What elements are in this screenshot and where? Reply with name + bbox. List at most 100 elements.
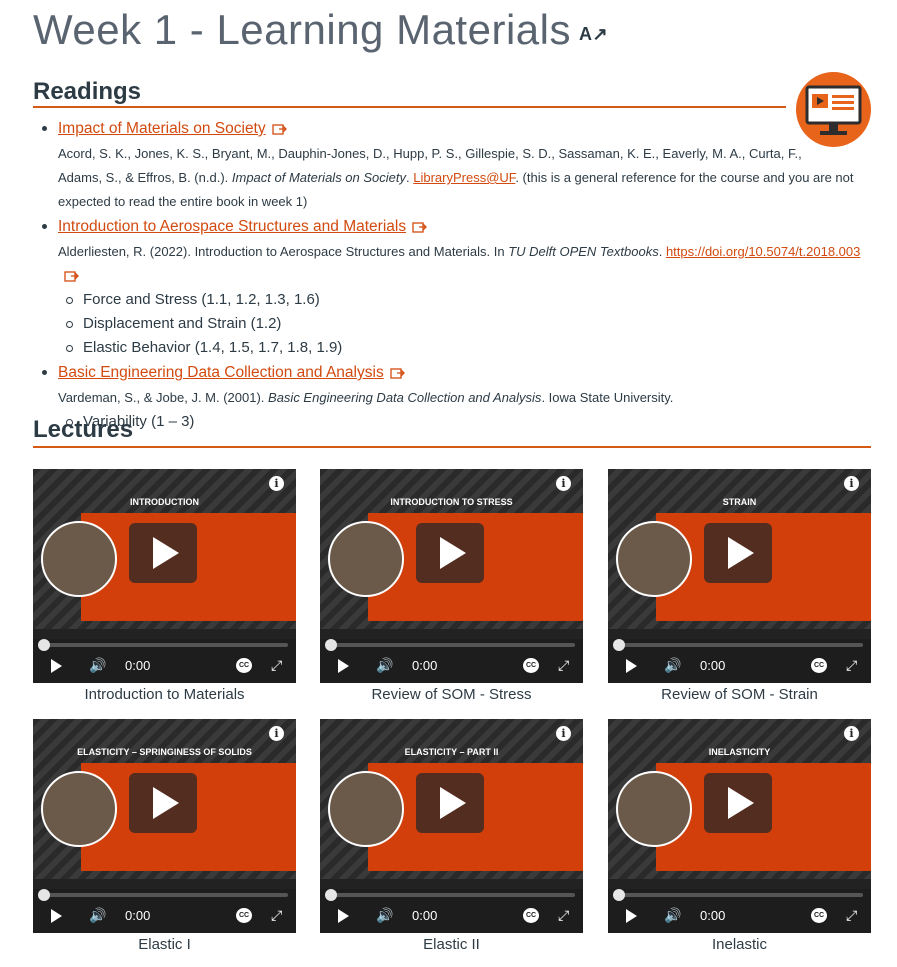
fullscreen-icon[interactable]: ⤢ bbox=[846, 657, 857, 674]
lectures-divider bbox=[33, 446, 871, 448]
play-overlay-icon[interactable] bbox=[704, 523, 772, 583]
video-player[interactable]: INTRODUCTION i 🔊 0:00 CC ⤢ bbox=[33, 469, 296, 683]
captions-icon[interactable]: CC bbox=[236, 908, 252, 923]
fullscreen-icon[interactable]: ⤢ bbox=[846, 907, 857, 924]
page-title-text: Week 1 - Learning Materials bbox=[33, 6, 571, 53]
slide-title: INELASTICITY bbox=[708, 747, 771, 757]
video-caption: Introduction to Materials bbox=[84, 686, 245, 703]
seek-handle[interactable] bbox=[325, 889, 337, 901]
reading-link-impact[interactable]: Impact of Materials on Society bbox=[58, 116, 266, 142]
video-controls: 🔊 0:00 CC ⤢ bbox=[608, 639, 871, 683]
play-icon[interactable] bbox=[626, 909, 637, 923]
video-controls: 🔊 0:00 CC ⤢ bbox=[33, 889, 296, 933]
video-controls: 🔊 0:00 CC ⤢ bbox=[320, 889, 583, 933]
play-icon[interactable] bbox=[51, 659, 62, 673]
info-icon[interactable]: i bbox=[269, 726, 284, 741]
slide-title: INTRODUCTION TO STRESS bbox=[390, 497, 513, 507]
fullscreen-icon[interactable]: ⤢ bbox=[558, 657, 569, 674]
reading-link-engineering-data[interactable]: Basic Engineering Data Collection and An… bbox=[58, 360, 384, 386]
video-player[interactable]: INTRODUCTION TO STRESS i 🔊 0:00 CC ⤢ bbox=[320, 469, 583, 683]
citation-title: Impact of Materials on Society bbox=[231, 170, 407, 185]
time-display: 0:00 bbox=[125, 908, 151, 923]
doi-link[interactable]: https://doi.org/10.5074/t.2018.003 bbox=[666, 244, 860, 259]
seek-handle[interactable] bbox=[38, 889, 50, 901]
video-player[interactable]: INELASTICITY i 🔊 0:00 CC ⤢ bbox=[608, 719, 871, 933]
info-icon[interactable]: i bbox=[844, 476, 859, 491]
library-press-link[interactable]: LibraryPress@UF bbox=[413, 170, 515, 185]
play-overlay-icon[interactable] bbox=[129, 773, 197, 833]
volume-icon[interactable]: 🔊 bbox=[376, 907, 393, 925]
play-overlay-icon[interactable] bbox=[129, 523, 197, 583]
slide-photo bbox=[41, 521, 117, 597]
video-caption: Review of SOM - Strain bbox=[661, 686, 818, 703]
seek-handle[interactable] bbox=[38, 639, 50, 651]
video-slide: INELASTICITY i bbox=[608, 719, 871, 879]
slide-photo bbox=[328, 521, 404, 597]
seek-bar[interactable] bbox=[613, 639, 863, 651]
volume-icon[interactable]: 🔊 bbox=[376, 657, 393, 675]
video-slide: STRAIN i bbox=[608, 469, 871, 629]
captions-icon[interactable]: CC bbox=[811, 908, 827, 923]
seek-bar[interactable] bbox=[325, 639, 575, 651]
video-slide: ELASTICITY – SPRINGINESS OF SOLIDS i bbox=[33, 719, 296, 879]
video-slide: INTRODUCTION i bbox=[33, 469, 296, 629]
seek-handle[interactable] bbox=[613, 889, 625, 901]
info-icon[interactable]: i bbox=[844, 726, 859, 741]
time-display: 0:00 bbox=[700, 908, 726, 923]
video-player[interactable]: STRAIN i 🔊 0:00 CC ⤢ bbox=[608, 469, 871, 683]
volume-icon[interactable]: 🔊 bbox=[664, 907, 681, 925]
slide-title: ELASTICITY – PART II bbox=[404, 747, 499, 757]
video-controls: 🔊 0:00 CC ⤢ bbox=[33, 639, 296, 683]
citation-text: . bbox=[658, 244, 666, 259]
seek-bar[interactable] bbox=[613, 889, 863, 901]
info-icon[interactable]: i bbox=[269, 476, 284, 491]
seek-bar[interactable] bbox=[325, 889, 575, 901]
slide-title: STRAIN bbox=[722, 497, 757, 507]
play-icon[interactable] bbox=[626, 659, 637, 673]
reading-citation: Acord, S. K., Jones, K. S., Bryant, M., … bbox=[58, 142, 878, 214]
play-icon[interactable] bbox=[338, 659, 349, 673]
readings-heading: Readings bbox=[33, 78, 142, 105]
video-player[interactable]: ELASTICITY – PART II i 🔊 0:00 CC ⤢ bbox=[320, 719, 583, 933]
reading-citation: Vardeman, S., & Jobe, J. M. (2001). Basi… bbox=[58, 386, 878, 410]
info-icon[interactable]: i bbox=[556, 726, 571, 741]
play-overlay-icon[interactable] bbox=[416, 523, 484, 583]
chapter-list: Force and Stress (1.1, 1.2, 1.3, 1.6) Di… bbox=[58, 288, 878, 360]
video-controls: 🔊 0:00 CC ⤢ bbox=[320, 639, 583, 683]
external-link-icon bbox=[412, 222, 427, 233]
volume-icon[interactable]: 🔊 bbox=[89, 907, 106, 925]
play-overlay-icon[interactable] bbox=[704, 773, 772, 833]
captions-icon[interactable]: CC bbox=[236, 658, 252, 673]
time-display: 0:00 bbox=[412, 658, 438, 673]
fullscreen-icon[interactable]: ⤢ bbox=[558, 907, 569, 924]
seek-bar[interactable] bbox=[38, 889, 288, 901]
seek-bar[interactable] bbox=[38, 639, 288, 651]
slide-photo bbox=[328, 771, 404, 847]
seek-handle[interactable] bbox=[613, 639, 625, 651]
info-icon[interactable]: i bbox=[556, 476, 571, 491]
captions-icon[interactable]: CC bbox=[523, 658, 539, 673]
reading-item: Impact of Materials on Society Acord, S.… bbox=[33, 116, 878, 214]
volume-icon[interactable]: 🔊 bbox=[664, 657, 681, 675]
slide-title: INTRODUCTION bbox=[130, 497, 199, 507]
fullscreen-icon[interactable]: ⤢ bbox=[271, 907, 282, 924]
video-player[interactable]: ELASTICITY – SPRINGINESS OF SOLIDS i 🔊 0… bbox=[33, 719, 296, 933]
text-size-icon[interactable]: A↗ bbox=[579, 24, 608, 45]
seek-handle[interactable] bbox=[325, 639, 337, 651]
citation-text: Adams, S., & Effros, B. (n.d.). bbox=[58, 170, 232, 185]
reading-link-aerospace[interactable]: Introduction to Aerospace Structures and… bbox=[58, 214, 406, 240]
captions-icon[interactable]: CC bbox=[523, 908, 539, 923]
video-slide: INTRODUCTION TO STRESS i bbox=[320, 469, 583, 629]
time-display: 0:00 bbox=[412, 908, 438, 923]
fullscreen-icon[interactable]: ⤢ bbox=[271, 657, 282, 674]
play-icon[interactable] bbox=[338, 909, 349, 923]
volume-icon[interactable]: 🔊 bbox=[89, 657, 106, 675]
video-caption: Review of SOM - Stress bbox=[371, 686, 532, 703]
play-overlay-icon[interactable] bbox=[416, 773, 484, 833]
captions-icon[interactable]: CC bbox=[811, 658, 827, 673]
play-icon[interactable] bbox=[51, 909, 62, 923]
readings-list: Impact of Materials on Society Acord, S.… bbox=[33, 116, 878, 434]
reading-item: Introduction to Aerospace Structures and… bbox=[33, 214, 878, 360]
lectures-heading: Lectures bbox=[33, 416, 134, 443]
external-link-icon bbox=[390, 368, 405, 379]
